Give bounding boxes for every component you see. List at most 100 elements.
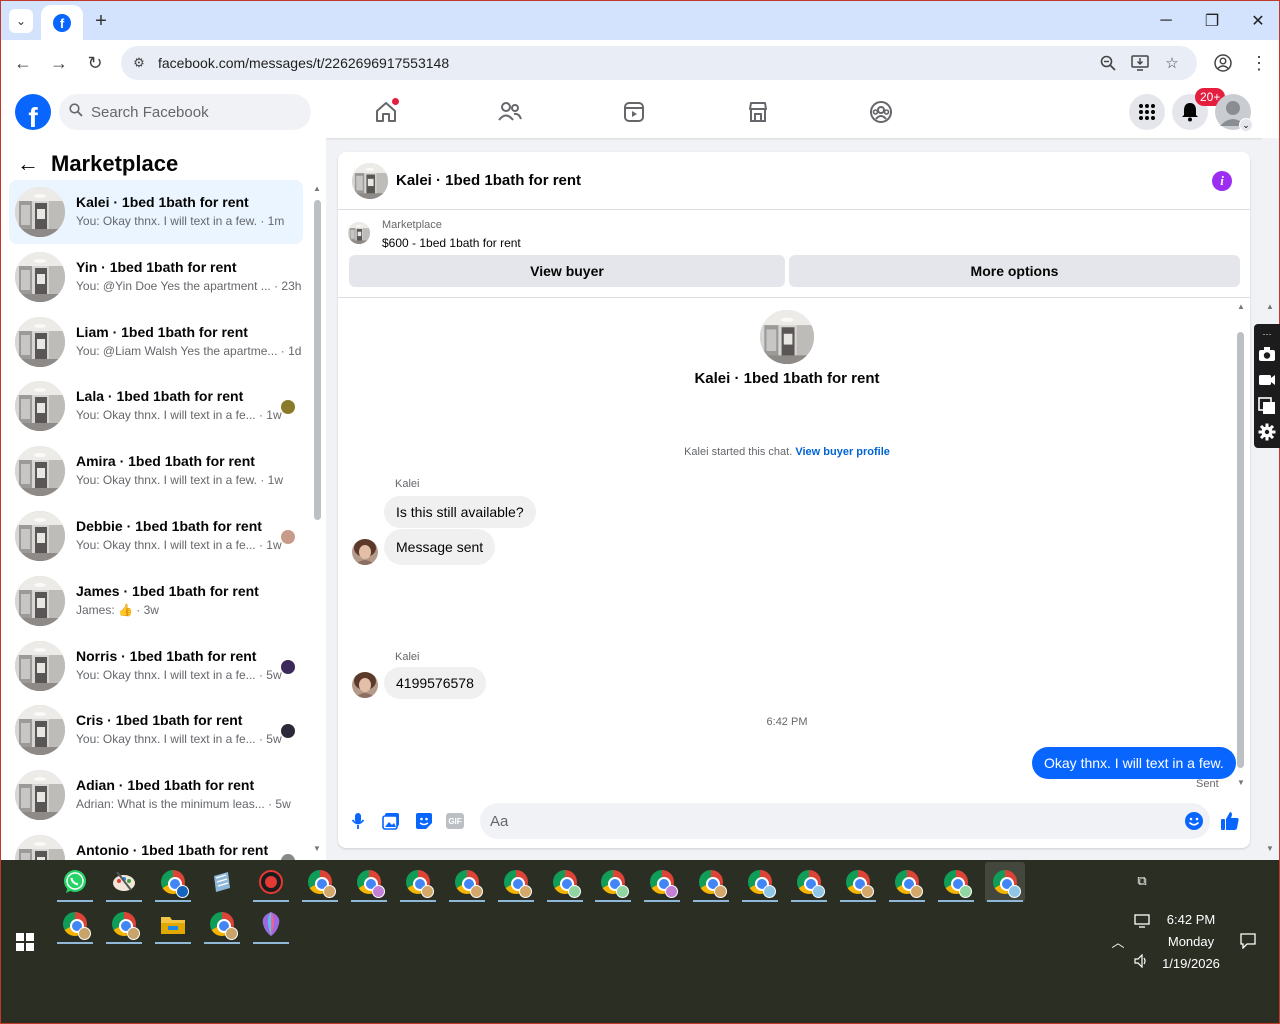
site-info-icon[interactable]: ⚙ [129, 53, 149, 73]
link-more-icon[interactable]: ⋯ [1257, 324, 1277, 344]
sticker-icon[interactable] [414, 811, 434, 831]
sender-avatar[interactable] [352, 539, 378, 565]
address-bar[interactable]: ⚙ facebook.com/messages/t/22626969175531… [121, 46, 1197, 80]
camera-icon[interactable] [1257, 344, 1277, 364]
chrome-window-icon[interactable] [496, 862, 536, 902]
windows-start-icon[interactable] [5, 922, 45, 962]
outgoing-message[interactable]: Okay thnx. I will text in a few. [1032, 747, 1236, 779]
view-buyer-button[interactable]: View buyer [349, 255, 785, 287]
zoom-icon[interactable] [1097, 52, 1119, 74]
chrome-window-icon[interactable] [936, 862, 976, 902]
chrome-window-icon[interactable] [104, 904, 144, 944]
page-scrollbar[interactable]: ▲ ▼ [1262, 138, 1280, 860]
settings-gear-icon[interactable] [1257, 422, 1277, 442]
friends-icon[interactable] [495, 98, 525, 126]
photo-icon[interactable] [381, 811, 401, 831]
menu-grid-icon[interactable] [1129, 94, 1165, 130]
incoming-message[interactable]: 4199576578 [384, 667, 486, 699]
search-input[interactable] [91, 94, 301, 130]
video-icon[interactable] [619, 98, 649, 126]
chrome-window-icon[interactable] [838, 862, 878, 902]
listing-small-thumbnail[interactable] [348, 222, 370, 244]
window-capture-icon[interactable] [1257, 396, 1277, 416]
view-buyer-profile-link[interactable]: View buyer profile [795, 446, 890, 458]
chrome-window-icon[interactable] [55, 904, 95, 944]
chrome-window-icon[interactable] [593, 862, 633, 902]
chrome-window-icon[interactable] [398, 862, 438, 902]
message-input[interactable] [480, 803, 1210, 839]
profile-icon[interactable] [1211, 51, 1235, 75]
paint-app-icon[interactable] [104, 862, 144, 902]
tray-chevron-up-icon[interactable]: ︿ [1109, 932, 1127, 950]
conversation-item[interactable]: Antonio · 1bed 1bath for rent [9, 828, 303, 860]
scroll-up-arrow-icon[interactable]: ▲ [313, 184, 321, 193]
video-record-icon[interactable] [1257, 370, 1277, 390]
restore-button[interactable]: ❐ [1197, 9, 1227, 33]
page-scroll-up-arrow-icon[interactable]: ▲ [1266, 302, 1274, 311]
conversation-item[interactable]: Cris · 1bed 1bath for rent You: Okay thnx… [9, 698, 303, 762]
home-icon[interactable] [371, 98, 401, 126]
minimize-button[interactable]: ─ [1151, 9, 1181, 33]
install-app-icon[interactable] [1129, 52, 1151, 74]
clock-time[interactable]: 6:42 PM [1163, 912, 1219, 927]
listing-thumbnail[interactable] [352, 163, 388, 199]
thumbs-up-icon[interactable] [1220, 811, 1240, 831]
conversation-item[interactable]: Debbie · 1bed 1bath for rent You: Okay th… [9, 504, 303, 568]
file-explorer-icon[interactable] [153, 904, 193, 944]
scroll-down-arrow-icon[interactable]: ▼ [313, 844, 321, 853]
scroll-up-arrow-icon[interactable]: ▲ [1237, 302, 1245, 311]
conversation-item[interactable]: James · 1bed 1bath for rent James: 👍 · 3w [9, 569, 303, 633]
page-scroll-down-arrow-icon[interactable]: ▼ [1266, 844, 1274, 853]
microphone-icon[interactable] [348, 811, 368, 831]
chrome-window-icon[interactable] [202, 904, 242, 944]
network-icon[interactable] [1133, 912, 1151, 930]
gif-icon[interactable]: GIF [445, 811, 465, 831]
new-tab-button[interactable]: + [89, 9, 113, 33]
incoming-message[interactable]: Message sent [384, 529, 496, 565]
scroll-down-arrow-icon[interactable]: ▼ [1237, 778, 1245, 787]
url-text[interactable]: facebook.com/messages/t/2262696917553148 [158, 55, 449, 71]
copilot-icon[interactable] [251, 904, 291, 944]
conversation-item[interactable]: Adian · 1bed 1bath for rent Adrian: What … [9, 763, 303, 827]
conversation-item[interactable]: Yin · 1bed 1bath for rent You: @Yin Doe Y… [9, 245, 303, 309]
groups-icon[interactable] [866, 98, 896, 126]
back-arrow-icon[interactable]: ← [17, 151, 39, 177]
chrome-window-icon[interactable] [642, 862, 682, 902]
thread-scrollbar[interactable]: ▲ ▼ [1236, 302, 1246, 787]
incoming-message[interactable]: Is this still available? [384, 496, 536, 528]
tab-search-button[interactable]: ⌄ [9, 9, 33, 33]
chrome-profile-h-icon[interactable] [153, 862, 193, 902]
chrome-menu-icon[interactable]: ⋮ [1247, 51, 1271, 75]
chrome-window-icon[interactable] [984, 862, 1025, 902]
more-options-button[interactable]: More options [789, 255, 1240, 287]
chrome-window-icon[interactable] [300, 862, 340, 902]
chat-title[interactable]: Kalei · 1bed 1bath for rent [396, 172, 581, 189]
marketplace-icon[interactable] [743, 98, 773, 126]
chrome-window-icon[interactable] [349, 862, 389, 902]
screen-recorder-icon[interactable] [251, 862, 291, 902]
sidebar-scrollbar[interactable]: ▲ ▼ [313, 184, 321, 856]
conversation-item[interactable]: Lala · 1bed 1bath for rent You: Okay thnx… [9, 374, 303, 438]
thread-scroll-thumb[interactable] [1237, 332, 1244, 768]
conversation-item[interactable]: Liam · 1bed 1bath for rent You: @Liam Wal… [9, 310, 303, 374]
volume-icon[interactable] [1133, 952, 1151, 970]
chrome-window-icon[interactable] [740, 862, 780, 902]
sender-avatar[interactable] [352, 672, 378, 698]
info-icon[interactable]: i [1212, 171, 1232, 191]
teams-meet-icon[interactable]: ⧉ [1133, 872, 1151, 890]
chrome-window-icon[interactable] [789, 862, 829, 902]
back-arrow-icon[interactable]: ← [11, 51, 35, 75]
chrome-window-icon[interactable] [545, 862, 585, 902]
conversation-item[interactable]: Kalei · 1bed 1bath for rent You: Okay thn… [9, 180, 303, 244]
close-window-button[interactable]: ✕ [1243, 9, 1273, 33]
notes-app-icon[interactable] [202, 862, 242, 902]
clock-date[interactable]: 1/19/2026 [1155, 956, 1227, 971]
clock-day[interactable]: Monday [1157, 934, 1225, 949]
account-chevron-down-icon[interactable]: ⌄ [1239, 118, 1253, 132]
active-tab[interactable]: f [41, 5, 83, 41]
chrome-window-icon[interactable] [887, 862, 927, 902]
sidebar-scroll-thumb[interactable] [314, 200, 321, 520]
whatsapp-icon[interactable] [55, 862, 95, 902]
reload-icon[interactable]: ↻ [83, 51, 107, 75]
facebook-logo[interactable]: f [15, 94, 51, 130]
